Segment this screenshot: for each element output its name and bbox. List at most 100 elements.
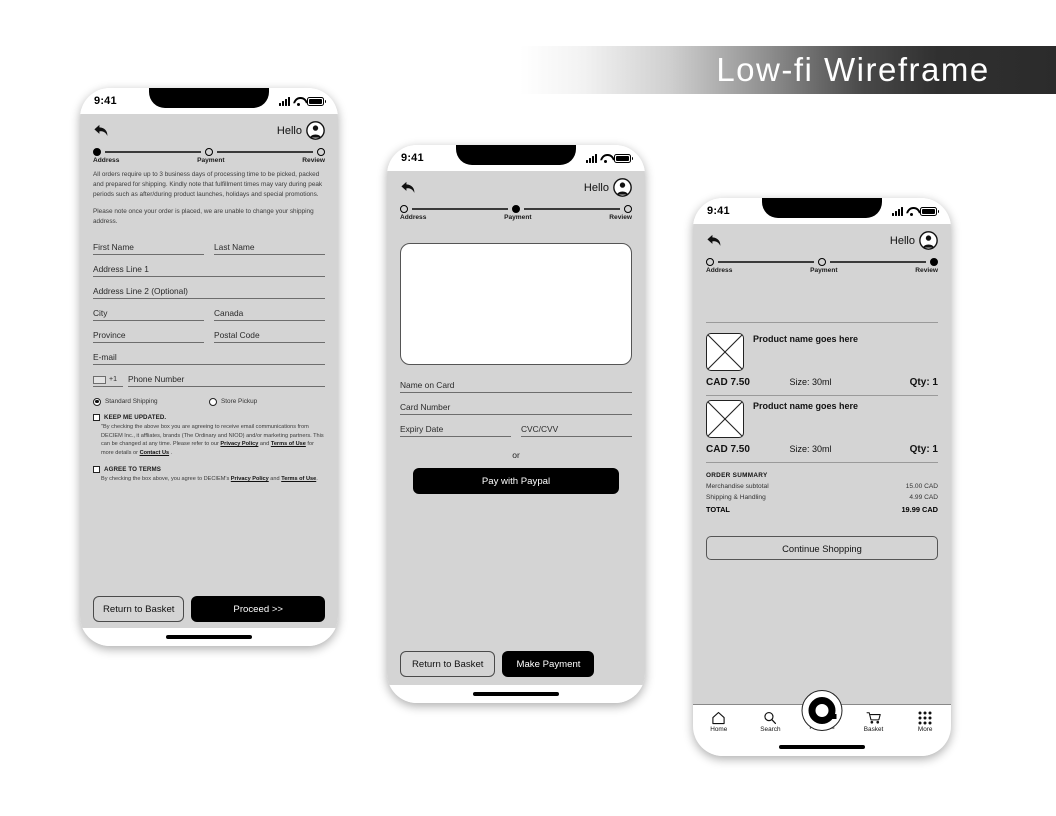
- step-connector: [524, 208, 620, 210]
- province-input[interactable]: Province: [93, 330, 204, 343]
- step-dot-payment[interactable]: [512, 205, 520, 213]
- checkbox-icon[interactable]: [93, 466, 100, 474]
- user-avatar-icon[interactable]: [613, 178, 632, 197]
- summary-value: 4.99 CAD: [909, 494, 938, 501]
- back-arrow-icon[interactable]: [93, 123, 110, 138]
- back-arrow-icon[interactable]: [400, 180, 417, 195]
- summary-line-subtotal: Merchandise subtotal 15.00 CAD: [706, 483, 938, 490]
- order-item-row: Product name goes here CAD 7.50 Size: 30…: [693, 333, 951, 388]
- device-notch: [149, 88, 269, 108]
- step-label-payment: Payment: [810, 267, 838, 274]
- step-dot-payment[interactable]: [205, 148, 213, 156]
- checkout-stepper: Address Payment Review: [387, 199, 645, 221]
- phone-mockup-review: 9:41 Hello Address Payment Review Produc…: [693, 198, 951, 756]
- step-label-review: Review: [915, 267, 938, 274]
- return-to-basket-button[interactable]: Return to Basket: [93, 596, 185, 622]
- home-indicator-area: [387, 685, 645, 703]
- step-dot-review[interactable]: [624, 205, 632, 213]
- postal-code-input[interactable]: Postal Code: [214, 330, 325, 343]
- agree-to-terms-row[interactable]: AGREE TO TERMS: [93, 466, 325, 474]
- user-avatar-icon[interactable]: [306, 121, 325, 140]
- cellular-bars-icon: [279, 96, 290, 106]
- step-dot-review[interactable]: [930, 258, 938, 266]
- product-size: Size: 30ml: [789, 444, 832, 454]
- expiry-date-input[interactable]: Expiry Date: [400, 424, 511, 437]
- phone-number-input[interactable]: Phone Number: [128, 374, 325, 387]
- continue-shopping-button[interactable]: Continue Shopping: [706, 536, 938, 560]
- address-line-2-input[interactable]: Address Line 2 (Optional): [93, 286, 325, 299]
- privacy-policy-link[interactable]: Privacy Policy: [231, 476, 269, 482]
- phone-number-group: +1 Phone Number: [93, 374, 325, 387]
- card-preview-placeholder: [400, 243, 632, 365]
- account-greeting[interactable]: Hello: [890, 231, 938, 250]
- radio-icon[interactable]: [93, 397, 101, 406]
- home-indicator[interactable]: [779, 745, 865, 749]
- cellular-bars-icon: [586, 153, 597, 163]
- step-dot-address[interactable]: [706, 258, 714, 266]
- products-ring-icon[interactable]: [801, 690, 843, 731]
- name-on-card-input[interactable]: Name on Card: [400, 380, 632, 393]
- tab-search[interactable]: Search: [745, 711, 797, 733]
- tab-home[interactable]: Home: [693, 711, 745, 733]
- step-dot-payment[interactable]: [818, 258, 826, 266]
- pay-with-paypal-button[interactable]: Pay with Paypal: [413, 468, 619, 494]
- step-label-address: Address: [706, 267, 733, 274]
- status-time: 9:41: [94, 95, 117, 107]
- tab-more[interactable]: More: [899, 711, 951, 733]
- wifi-icon: [293, 97, 304, 106]
- cvc-input[interactable]: CVC/CVV: [521, 424, 632, 437]
- battery-full-icon: [920, 206, 939, 216]
- country-select[interactable]: Canada: [214, 308, 325, 321]
- card-number-input[interactable]: Card Number: [400, 402, 632, 415]
- summary-total-label: TOTAL: [706, 505, 730, 514]
- step-dot-address[interactable]: [400, 205, 408, 213]
- status-bar: 9:41: [387, 145, 645, 171]
- wifi-icon: [906, 207, 917, 216]
- shopping-cart-icon: [866, 711, 882, 725]
- tab-basket[interactable]: Basket: [848, 711, 900, 733]
- contact-us-link[interactable]: Contact Us: [140, 450, 170, 456]
- first-name-input[interactable]: First Name: [93, 242, 204, 255]
- wifi-icon: [600, 154, 611, 163]
- product-price: CAD 7.50: [706, 444, 750, 455]
- address-line-1-input[interactable]: Address Line 1: [93, 264, 325, 277]
- screen-review: Hello Address Payment Review Product nam…: [693, 224, 951, 738]
- radio-store-pickup[interactable]: Store Pickup: [209, 397, 325, 406]
- step-dot-address[interactable]: [93, 148, 101, 156]
- back-arrow-icon[interactable]: [706, 233, 723, 248]
- cellular-bars-icon: [892, 206, 903, 216]
- or-separator-label: or: [512, 450, 520, 460]
- product-name: Product name goes here: [753, 401, 859, 411]
- app-header: Hello: [80, 114, 338, 142]
- radio-icon[interactable]: [209, 397, 217, 406]
- step-dot-review[interactable]: [317, 148, 325, 156]
- tab-label-basket: Basket: [863, 725, 884, 733]
- radio-standard-shipping[interactable]: Standard Shipping: [93, 397, 209, 406]
- step-connector: [412, 208, 508, 210]
- last-name-input[interactable]: Last Name: [214, 242, 325, 255]
- status-icons: [586, 153, 633, 163]
- keep-me-updated-row[interactable]: KEEP ME UPDATED.: [93, 413, 325, 421]
- terms-of-use-link[interactable]: Terms of Use: [271, 441, 306, 447]
- address-form: First Name Last Name Address Line 1 Addr…: [80, 227, 338, 387]
- home-indicator[interactable]: [166, 635, 252, 639]
- terms-of-use-link[interactable]: Terms of Use: [281, 476, 316, 482]
- proceed-button[interactable]: Proceed >>: [191, 596, 325, 622]
- home-indicator[interactable]: [473, 692, 559, 696]
- return-to-basket-button[interactable]: Return to Basket: [400, 651, 496, 677]
- step-connector: [105, 151, 201, 153]
- privacy-policy-link[interactable]: Privacy Policy: [220, 441, 258, 447]
- user-avatar-icon[interactable]: [919, 231, 938, 250]
- order-summary-title: ORDER SUMMARY: [706, 472, 768, 479]
- email-input[interactable]: E-mail: [93, 352, 325, 365]
- account-greeting[interactable]: Hello: [277, 121, 325, 140]
- make-payment-button[interactable]: Make Payment: [502, 651, 595, 677]
- tab-label-home: Home: [710, 725, 728, 733]
- city-input[interactable]: City: [93, 308, 204, 321]
- status-icons: [892, 206, 939, 216]
- account-greeting[interactable]: Hello: [584, 178, 632, 197]
- country-code-select[interactable]: +1: [93, 375, 123, 387]
- checkbox-icon[interactable]: [93, 413, 100, 421]
- step-connector: [217, 151, 313, 153]
- tab-products[interactable]: Products: [796, 690, 848, 734]
